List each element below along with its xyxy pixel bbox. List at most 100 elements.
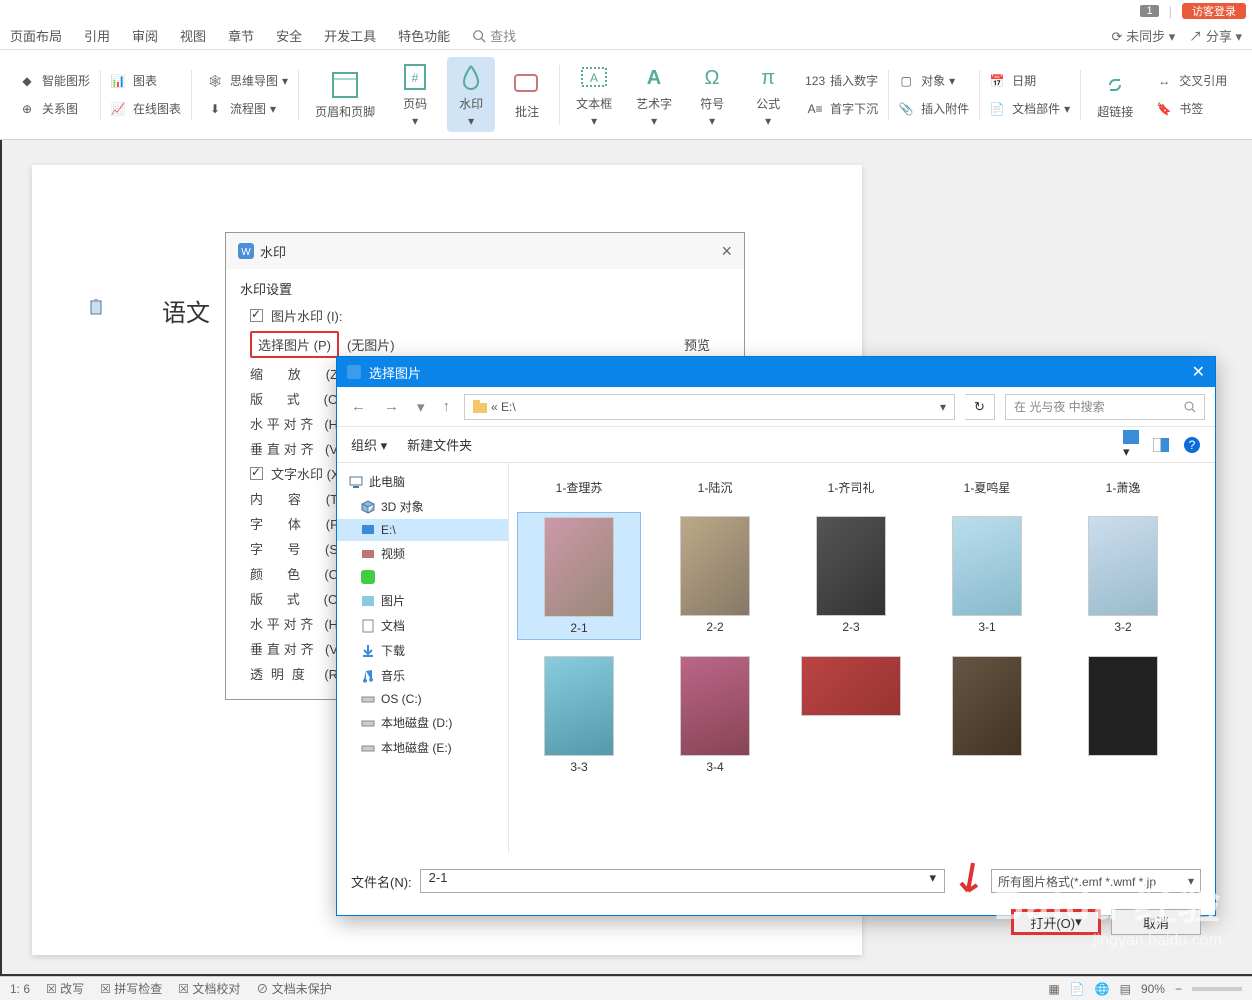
up-button[interactable]: ↑ (439, 398, 455, 415)
doc-parts-button[interactable]: 📄文档部件 ▾ (986, 98, 1070, 120)
hyperlink-button[interactable]: 超链接 (1089, 65, 1141, 124)
tab-view[interactable]: 视图 (180, 26, 206, 45)
online-chart-button[interactable]: 📈在线图表 (107, 98, 181, 120)
preview-pane-button[interactable] (1153, 438, 1169, 452)
cross-ref-button[interactable]: ↔交叉引用 (1153, 70, 1227, 92)
tree-documents[interactable]: 文档 (337, 613, 508, 638)
spellcheck-toggle[interactable]: ☒ 拼写检查 (100, 980, 162, 997)
tree-this-pc[interactable]: 此电脑 (337, 469, 508, 494)
revise-mode[interactable]: ☒ 改写 (46, 980, 84, 997)
file-item[interactable]: 3-4 (653, 652, 777, 778)
view-outline[interactable]: ▤ (1120, 982, 1131, 996)
wordart-button[interactable]: A艺术字 ▾ (628, 57, 680, 132)
file-item[interactable]: 3-1 (925, 512, 1049, 640)
file-item[interactable]: 1-齐司礼 (789, 471, 913, 500)
attachment-button[interactable]: 📎插入附件 (895, 98, 969, 120)
insert-number-button[interactable]: 123插入数字 (804, 70, 878, 92)
watermark-button[interactable]: 水印 ▾ (447, 57, 495, 132)
search-command[interactable]: 查找 (472, 26, 516, 45)
header-footer-button[interactable]: 页眉和页脚 (307, 65, 383, 124)
file-item[interactable]: 1-夏鸣星 (925, 471, 1049, 500)
tab-special[interactable]: 特色功能 (398, 26, 450, 45)
cancel-button[interactable]: 取消 (1111, 909, 1201, 935)
text-watermark-checkbox[interactable] (250, 467, 263, 480)
formula-button[interactable]: π公式 ▾ (744, 57, 792, 132)
close-button[interactable]: × (721, 241, 732, 262)
proofread-toggle[interactable]: ☒ 文档校对 (178, 980, 240, 997)
tree-3d-objects[interactable]: 3D 对象 (337, 494, 508, 519)
tab-devtools[interactable]: 开发工具 (324, 26, 376, 45)
bookmark-button[interactable]: 🔖书签 (1153, 98, 1227, 120)
drop-cap-button[interactable]: A≡首字下沉 (804, 98, 878, 120)
select-picture-button[interactable]: 选择图片 (P) (250, 331, 339, 358)
file-item[interactable]: 2-3 (789, 512, 913, 640)
tree-music[interactable]: 音乐 (337, 663, 508, 688)
forward-button[interactable]: → (380, 398, 403, 415)
textbox-button[interactable]: A文本框 ▾ (568, 57, 620, 132)
tab-reference[interactable]: 引用 (84, 26, 110, 45)
tree-pictures[interactable]: 图片 (337, 588, 508, 613)
object-button[interactable]: ▢对象 ▾ (895, 70, 969, 92)
dropdown-button[interactable]: ▾ (413, 398, 429, 416)
filename-input[interactable]: 2-1▾ (420, 869, 945, 893)
protect-status[interactable]: ⊘ 文档未保护 (256, 980, 331, 997)
flowchart-button[interactable]: ⬇流程图 ▾ (204, 98, 288, 120)
tree-downloads[interactable]: 下载 (337, 638, 508, 663)
date-button[interactable]: 📅日期 (986, 70, 1070, 92)
notification-badge[interactable]: 1 (1140, 5, 1158, 17)
smart-shape-button[interactable]: ◆智能图形 (16, 70, 90, 92)
organize-button[interactable]: 组织 ▾ (351, 435, 387, 454)
tab-security[interactable]: 安全 (276, 26, 302, 45)
symbol-button[interactable]: Ω符号 ▾ (688, 57, 736, 132)
file-item[interactable] (925, 652, 1049, 778)
file-item[interactable]: 1-陆沉 (653, 471, 777, 500)
open-button[interactable]: 打开(O) ▾ (1011, 909, 1101, 935)
file-item[interactable] (789, 652, 913, 778)
sync-status[interactable]: ⟳ 未同步 ▾ (1112, 26, 1176, 45)
tab-page-layout[interactable]: 页面布局 (10, 26, 62, 45)
relation-chart-button[interactable]: ⊕关系图 (16, 98, 90, 120)
file-item-selected[interactable]: 2-1 (517, 512, 641, 640)
mindmap-button[interactable]: 🕸思维导图 ▾ (204, 70, 288, 92)
chart-button[interactable]: 📊图表 (107, 70, 181, 92)
share-button[interactable]: ↗ 分享 ▾ (1189, 26, 1242, 45)
view-web[interactable]: 🌐 (1095, 982, 1110, 996)
file-item[interactable]: 3-3 (517, 652, 641, 778)
view-mode-button[interactable]: ▾ (1123, 430, 1139, 460)
tree-local-d[interactable]: 本地磁盘 (D:) (337, 710, 508, 735)
comment-button[interactable]: 批注 (503, 65, 551, 124)
tree-local-e[interactable]: 本地磁盘 (E:) (337, 735, 508, 760)
tab-chapter[interactable]: 章节 (228, 26, 254, 45)
guest-login-button[interactable]: 访客登录 (1182, 3, 1246, 19)
file-item[interactable] (1061, 652, 1185, 778)
zoom-slider[interactable] (1192, 987, 1242, 991)
pic-watermark-checkbox[interactable] (250, 309, 263, 322)
back-button[interactable]: ← (347, 398, 370, 415)
tree-e-drive[interactable]: E:\ (337, 519, 508, 541)
paste-option-icon[interactable] (90, 299, 104, 315)
path-bar[interactable]: « E:\ ▾ (464, 394, 955, 420)
file-item[interactable]: 3-2 (1061, 512, 1185, 640)
new-folder-button[interactable]: 新建文件夹 (407, 435, 472, 454)
fp-titlebar[interactable]: 选择图片 ✕ (337, 357, 1215, 387)
tree-iqiyi[interactable] (337, 566, 508, 588)
page-indicator[interactable]: 1: 6 (10, 982, 30, 996)
refresh-button[interactable]: ↻ (965, 394, 995, 420)
fp-search-input[interactable]: 在 光与夜 中搜索 (1005, 394, 1205, 420)
zoom-out[interactable]: − (1175, 982, 1182, 996)
zoom-level[interactable]: 90% (1141, 982, 1165, 996)
help-icon[interactable]: ? (1183, 436, 1201, 454)
file-item[interactable]: 2-2 (653, 512, 777, 640)
tree-os-c[interactable]: OS (C:) (337, 688, 508, 710)
file-filter-dropdown[interactable]: 所有图片格式(*.emf *.wmf *.jp▾ (991, 869, 1201, 893)
dialog-titlebar[interactable]: W 水印 × (226, 233, 744, 269)
file-item[interactable]: 1-查理苏 (517, 471, 641, 500)
fp-close-button[interactable]: ✕ (1192, 362, 1205, 382)
view-print[interactable]: 📄 (1070, 982, 1085, 996)
fp-file-grid[interactable]: 1-查理苏 1-陆沉 1-齐司礼 1-夏鸣星 1-萧逸 2-1 2-2 2-3 … (509, 463, 1215, 853)
file-item[interactable]: 1-萧逸 (1061, 471, 1185, 500)
view-layout[interactable]: ▦ (1048, 982, 1059, 996)
tab-review[interactable]: 审阅 (132, 26, 158, 45)
page-number-button[interactable]: #页码 ▾ (391, 57, 439, 132)
tree-video[interactable]: 视频 (337, 541, 508, 566)
